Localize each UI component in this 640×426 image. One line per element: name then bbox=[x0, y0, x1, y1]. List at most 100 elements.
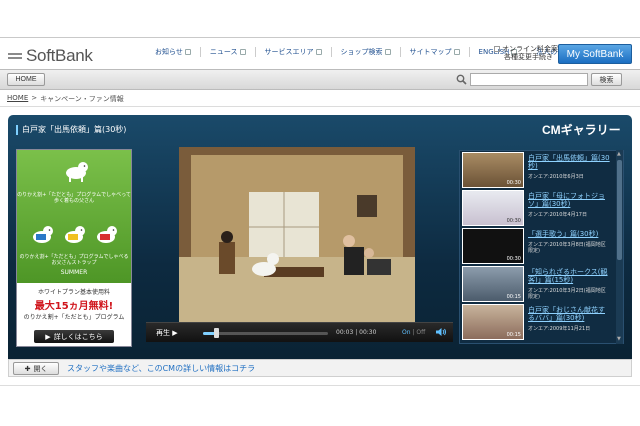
details-link[interactable]: スタッフや楽曲など、このCMの詳しい情報はコチラ bbox=[67, 363, 255, 374]
plus-icon: ✚ bbox=[24, 364, 31, 373]
area-icon bbox=[315, 49, 322, 55]
promo-summer: SUMMER bbox=[60, 269, 88, 276]
gallery-thumbnail: 00:30 bbox=[462, 228, 524, 264]
sitemap-icon bbox=[453, 49, 460, 55]
gallery-date: オンエア:2010年3月2日(福岡地区限定) bbox=[528, 288, 606, 300]
dog-figure-icon bbox=[66, 162, 88, 182]
gallery-duration: 00:15 bbox=[506, 332, 521, 338]
nav-separator bbox=[199, 47, 201, 57]
promo-subline: のりかえ割+「ただとも」プログラム bbox=[23, 314, 125, 321]
gallery-thumbnail: 00:30 bbox=[462, 190, 524, 226]
scrollbar-thumb[interactable] bbox=[617, 160, 622, 260]
promo-details-label: 詳しくはこちら bbox=[53, 332, 103, 341]
breadcrumb: HOME > キャンペーン・ファン情報 bbox=[7, 94, 124, 104]
nav-item-notice[interactable]: お知らせ bbox=[155, 47, 191, 57]
video-title-text: 白戸家「出馬依頼」篇(30秒) bbox=[22, 125, 127, 134]
gallery-duration: 00:30 bbox=[506, 218, 521, 224]
news-icon bbox=[239, 49, 246, 55]
gallery-title-link[interactable]: 白戸家「おじさん献花するババ」篇(30秒) bbox=[528, 306, 610, 322]
toggle-off[interactable]: Off bbox=[416, 329, 425, 336]
breadcrumb-divider bbox=[0, 106, 640, 107]
time-readout: 00:03 | 00:30 bbox=[336, 329, 377, 336]
softbank-logo[interactable]: SoftBank bbox=[8, 46, 93, 66]
dog-strap-red-icon bbox=[97, 226, 117, 243]
gallery-item[interactable]: 00:15 「知られざるホークス(観客)」篇(15秒) オンエア:2010年3月… bbox=[462, 266, 612, 303]
nav-label: サービスエリア bbox=[264, 48, 314, 56]
nav-separator bbox=[254, 47, 256, 57]
gallery-item[interactable]: 00:30 白戸家「母にフォトジョソ」篇(30秒) オンエア:2010年4月17… bbox=[462, 190, 612, 227]
gallery-thumbnail: 00:15 bbox=[462, 304, 524, 340]
open-details-button[interactable]: ✚ 開く bbox=[13, 362, 59, 375]
promo-caption2: のりかえ割+「ただとも」プログラムでしゃべるお父さんストラップ bbox=[19, 254, 129, 266]
gallery-heading: CMギャラリー bbox=[542, 123, 621, 137]
gallery-title-link[interactable]: 「知られざるホークス(観客)」篇(15秒) bbox=[528, 268, 610, 284]
search-icon bbox=[456, 74, 467, 85]
promo-caption1: のりかえ割+「ただとも」プログラムでしゃべって歩く着もの父さん bbox=[17, 192, 131, 204]
nav-separator bbox=[399, 47, 401, 57]
nav-separator bbox=[330, 47, 332, 57]
open-label: 開く bbox=[33, 364, 48, 373]
video-frame[interactable] bbox=[179, 147, 415, 322]
volume-icon[interactable] bbox=[435, 327, 447, 337]
promo-image: のりかえ割+「ただとも」プログラムでしゃべって歩く着もの父さん のりかえ割+「た… bbox=[17, 150, 131, 283]
nav-separator bbox=[468, 47, 470, 57]
gallery-duration: 00:30 bbox=[506, 180, 521, 186]
search-button[interactable]: 検索 bbox=[591, 73, 622, 86]
dog-strap-yellow-icon bbox=[65, 226, 85, 243]
logo-text: SoftBank bbox=[26, 46, 93, 65]
logo-bars-icon bbox=[8, 53, 22, 59]
home-button[interactable]: HOME bbox=[7, 73, 45, 86]
page: SoftBank お知らせ ニュース サービスエリア ショップ検索 サイトマップ… bbox=[0, 0, 640, 426]
online-plan-link[interactable]: オンライン料金案内 各種変更手続き bbox=[494, 45, 565, 61]
nav-label: ニュース bbox=[209, 48, 238, 56]
scroll-up-icon[interactable]: ▲ bbox=[617, 151, 622, 157]
nav-label: サイトマップ bbox=[409, 48, 452, 56]
notice-icon bbox=[184, 49, 191, 55]
title-accent bbox=[16, 124, 18, 135]
gallery-date: オンエア:2010年3月8日(福岡地区限定) bbox=[528, 242, 606, 254]
gallery-thumbnail: 00:15 bbox=[462, 266, 524, 302]
nav-item-shop[interactable]: ショップ検索 bbox=[341, 47, 391, 57]
caption-toggle[interactable]: On | Off bbox=[402, 329, 425, 336]
play-button[interactable]: 再生 ▶ bbox=[156, 328, 178, 338]
gallery-date: オンエア:2009年11月21日 bbox=[528, 326, 591, 332]
gallery-duration: 00:15 bbox=[506, 294, 521, 300]
video-scene-image bbox=[179, 147, 415, 322]
progress-handle[interactable] bbox=[214, 328, 219, 338]
toggle-on[interactable]: On bbox=[402, 329, 411, 336]
dog-strap-blue-icon bbox=[33, 226, 53, 243]
plan-icon bbox=[494, 46, 500, 52]
breadcrumb-separator: > bbox=[31, 94, 38, 102]
gallery-title-link[interactable]: 白戸家「出馬依頼」篇(30秒) bbox=[528, 154, 610, 170]
gallery-thumbnail: 00:30 bbox=[462, 152, 524, 188]
nav-label: ショップ検索 bbox=[340, 48, 383, 56]
top-divider bbox=[0, 37, 640, 38]
promo-headline: 最大15ヵ月無料! bbox=[34, 301, 114, 312]
promo-details-button[interactable]: ▶ 詳しくはこちら bbox=[34, 330, 114, 343]
nav-item-news[interactable]: ニュース bbox=[210, 47, 246, 57]
gallery-item[interactable]: 00:30 白戸家「出馬依頼」篇(30秒) オンエア:2010年6月3日 bbox=[462, 152, 612, 189]
arrow-right-icon: ▶ bbox=[45, 332, 51, 341]
plan-line1: オンライン料金案内 bbox=[502, 45, 565, 53]
footer-divider bbox=[0, 385, 640, 386]
gallery-date: オンエア:2010年4月17日 bbox=[528, 212, 587, 218]
progress-track[interactable] bbox=[203, 332, 328, 335]
my-softbank-button[interactable]: My SoftBank bbox=[558, 44, 632, 64]
nav-item-area[interactable]: サービスエリア bbox=[265, 47, 322, 57]
gallery-title-link[interactable]: 白戸家「母にフォトジョソ」篇(30秒) bbox=[528, 192, 610, 208]
plan-line2: 各種変更手続き bbox=[504, 53, 553, 61]
gallery-date: オンエア:2010年6月3日 bbox=[528, 174, 584, 180]
breadcrumb-current: キャンペーン・ファン情報 bbox=[40, 95, 124, 103]
search-input[interactable] bbox=[470, 73, 588, 86]
shop-icon bbox=[384, 49, 391, 55]
gallery-title-link[interactable]: 「選手歌う」篇(30秒) bbox=[528, 230, 610, 238]
promo-line1: ホワイトプラン基本使用料 bbox=[37, 289, 110, 296]
gallery-item[interactable]: 00:15 白戸家「おじさん献花するババ」篇(30秒) オンエア:2009年11… bbox=[462, 304, 612, 341]
video-title: 白戸家「出馬依頼」篇(30秒) bbox=[16, 124, 126, 135]
nav-item-sitemap[interactable]: サイトマップ bbox=[410, 47, 460, 57]
nav-label: お知らせ bbox=[155, 48, 183, 56]
gallery-item[interactable]: 00:30 「選手歌う」篇(30秒) オンエア:2010年3月8日(福岡地区限定… bbox=[462, 228, 612, 265]
gallery-duration: 00:30 bbox=[506, 256, 521, 262]
scroll-down-icon[interactable]: ▼ bbox=[617, 336, 622, 342]
breadcrumb-home-link[interactable]: HOME bbox=[7, 94, 28, 104]
